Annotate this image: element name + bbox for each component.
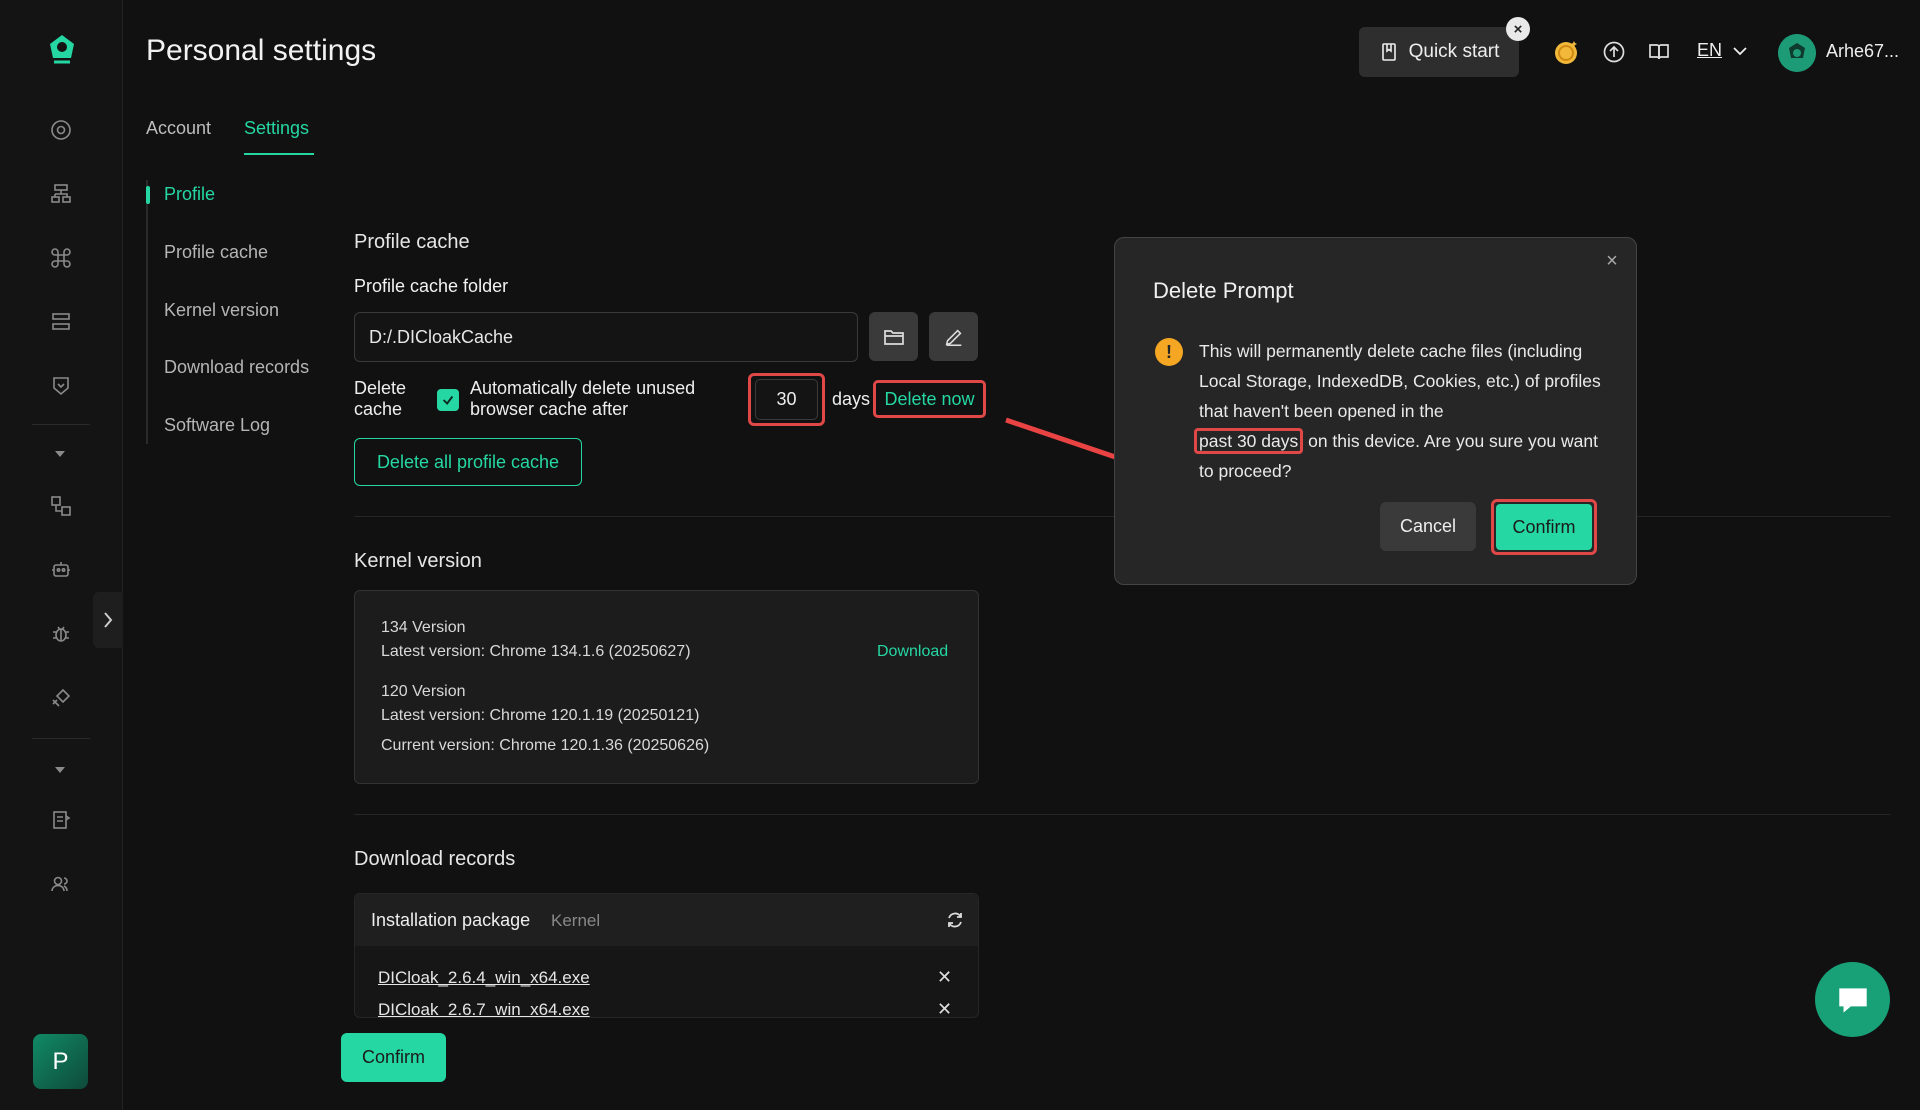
cancel-button[interactable]: Cancel bbox=[1380, 502, 1476, 551]
app-logo-icon[interactable] bbox=[44, 32, 80, 68]
download-records-card: Installation package Kernel DICloak_2.6.… bbox=[354, 893, 979, 1018]
days-unit-label: days bbox=[832, 389, 871, 409]
remove-file-button[interactable]: ✕ bbox=[937, 967, 952, 988]
kernel-version-heading: Kernel version bbox=[354, 550, 482, 572]
tab-settings[interactable]: Settings bbox=[244, 118, 309, 139]
download-records-heading: Download records bbox=[354, 848, 516, 870]
tab-account[interactable]: Account bbox=[146, 118, 211, 139]
language-selector[interactable]: EN bbox=[1697, 40, 1748, 61]
tab-kernel[interactable]: Kernel bbox=[551, 911, 600, 931]
rail-divider bbox=[32, 738, 90, 739]
warning-icon: ! bbox=[1155, 338, 1183, 366]
kernel-120-latest: Latest version: Chrome 120.1.19 (2025012… bbox=[381, 707, 700, 724]
dialog-message: This will permanently delete cache files… bbox=[1194, 336, 1609, 486]
delete-now-link[interactable]: Delete now bbox=[873, 380, 986, 418]
dialog-message-part1: This will permanently delete cache files… bbox=[1199, 341, 1601, 421]
refresh-icon[interactable] bbox=[945, 910, 965, 930]
download-file-link[interactable]: DICloak_2.6.4_win_x64.exe bbox=[378, 968, 590, 988]
pencil-icon bbox=[945, 328, 962, 346]
upload-icon[interactable] bbox=[1600, 38, 1628, 66]
check-icon bbox=[442, 395, 454, 405]
days-input[interactable] bbox=[755, 379, 818, 420]
subnav-item-profile-cache[interactable]: Profile cache bbox=[164, 242, 268, 263]
delete-cache-label: Delete cache bbox=[354, 378, 406, 420]
coin-icon[interactable] bbox=[1550, 36, 1582, 68]
tab-installation-package[interactable]: Installation package bbox=[371, 910, 530, 931]
dialog-message-highlight: past 30 days bbox=[1194, 428, 1304, 454]
subnav-item-kernel-version[interactable]: Kernel version bbox=[164, 300, 279, 321]
delete-cache-label-line2: cache bbox=[354, 399, 403, 419]
rail-divider bbox=[32, 424, 90, 425]
kernel-120-title: 120 Version bbox=[381, 683, 466, 700]
cache-folder-input[interactable] bbox=[354, 312, 858, 362]
page-confirm-button[interactable]: Confirm bbox=[341, 1033, 446, 1082]
kernel-card: 134 Version Latest version: Chrome 134.1… bbox=[354, 590, 979, 784]
document-icon[interactable] bbox=[47, 806, 75, 834]
language-label: EN bbox=[1697, 40, 1723, 60]
kernel-134-download-link[interactable]: Download bbox=[877, 643, 948, 661]
chat-support-button[interactable] bbox=[1815, 962, 1890, 1037]
edit-folder-button[interactable] bbox=[929, 312, 978, 361]
delete-prompt-dialog: Delete Prompt × ! This will permanently … bbox=[1114, 237, 1637, 585]
users-icon[interactable] bbox=[47, 870, 75, 898]
kernel-120-current: Current version: Chrome 120.1.36 (202506… bbox=[381, 737, 710, 754]
download-records-tabs: Installation package Kernel bbox=[355, 894, 978, 946]
subnav-track bbox=[146, 180, 148, 444]
chevron-down-icon[interactable] bbox=[53, 762, 67, 773]
browser-icon[interactable] bbox=[47, 116, 75, 144]
plugin-icon[interactable] bbox=[47, 684, 75, 712]
browse-folder-button[interactable] bbox=[869, 312, 918, 361]
bug-icon[interactable] bbox=[47, 620, 75, 648]
dialog-title: Delete Prompt bbox=[1153, 278, 1294, 303]
quick-start-close-button[interactable]: × bbox=[1506, 17, 1530, 41]
transfer-icon[interactable] bbox=[47, 492, 75, 520]
close-icon[interactable]: × bbox=[1603, 251, 1621, 271]
user-avatar[interactable] bbox=[1778, 34, 1816, 72]
hierarchy-icon[interactable] bbox=[47, 180, 75, 208]
subnav-active-indicator bbox=[146, 186, 150, 204]
quick-start-button[interactable]: Quick start bbox=[1359, 27, 1519, 77]
chat-icon bbox=[1838, 987, 1867, 1013]
active-tab-indicator bbox=[244, 153, 314, 155]
folder-icon bbox=[883, 329, 904, 345]
delete-all-cache-button[interactable]: Delete all profile cache bbox=[354, 438, 582, 486]
left-rail: P bbox=[0, 0, 123, 1110]
page-title: Personal settings bbox=[146, 34, 377, 67]
command-icon[interactable] bbox=[47, 244, 75, 272]
app-window: P Personal settings Quick start × EN Arh… bbox=[0, 0, 1920, 1110]
list-icon[interactable] bbox=[47, 308, 75, 336]
kernel-134-latest: Latest version: Chrome 134.1.6 (20250627… bbox=[381, 643, 691, 660]
auto-delete-text: Automatically delete unused browser cach… bbox=[470, 378, 696, 419]
delete-cache-label-line1: Delete bbox=[354, 378, 407, 398]
shield-icon[interactable] bbox=[47, 372, 75, 400]
download-file-link[interactable]: DICloak_2.6.7_win_x64.exe bbox=[378, 1000, 590, 1017]
subnav-item-profile[interactable]: Profile bbox=[164, 184, 215, 205]
open-book-icon[interactable] bbox=[1645, 38, 1673, 66]
remove-file-button[interactable]: ✕ bbox=[937, 999, 952, 1017]
chevron-down-icon bbox=[1733, 46, 1747, 55]
auto-delete-checkbox[interactable] bbox=[437, 389, 459, 411]
collapse-sidebar-button[interactable] bbox=[93, 592, 123, 648]
quick-start-label: Quick start bbox=[1408, 41, 1500, 62]
kernel-134-title: 134 Version bbox=[381, 619, 466, 636]
book-icon bbox=[1381, 43, 1396, 61]
profile-cache-heading: Profile cache bbox=[354, 231, 470, 253]
team-avatar[interactable]: P bbox=[33, 1034, 88, 1089]
subnav-item-download-records[interactable]: Download records bbox=[164, 357, 309, 378]
chevron-down-icon[interactable] bbox=[53, 446, 67, 457]
confirm-button[interactable]: Confirm bbox=[1496, 504, 1592, 550]
robot-icon[interactable] bbox=[47, 556, 75, 584]
subnav-item-software-log[interactable]: Software Log bbox=[164, 415, 270, 436]
cache-folder-label: Profile cache folder bbox=[354, 276, 509, 296]
section-divider bbox=[354, 814, 1890, 815]
user-name[interactable]: Arhe67... bbox=[1826, 41, 1899, 62]
